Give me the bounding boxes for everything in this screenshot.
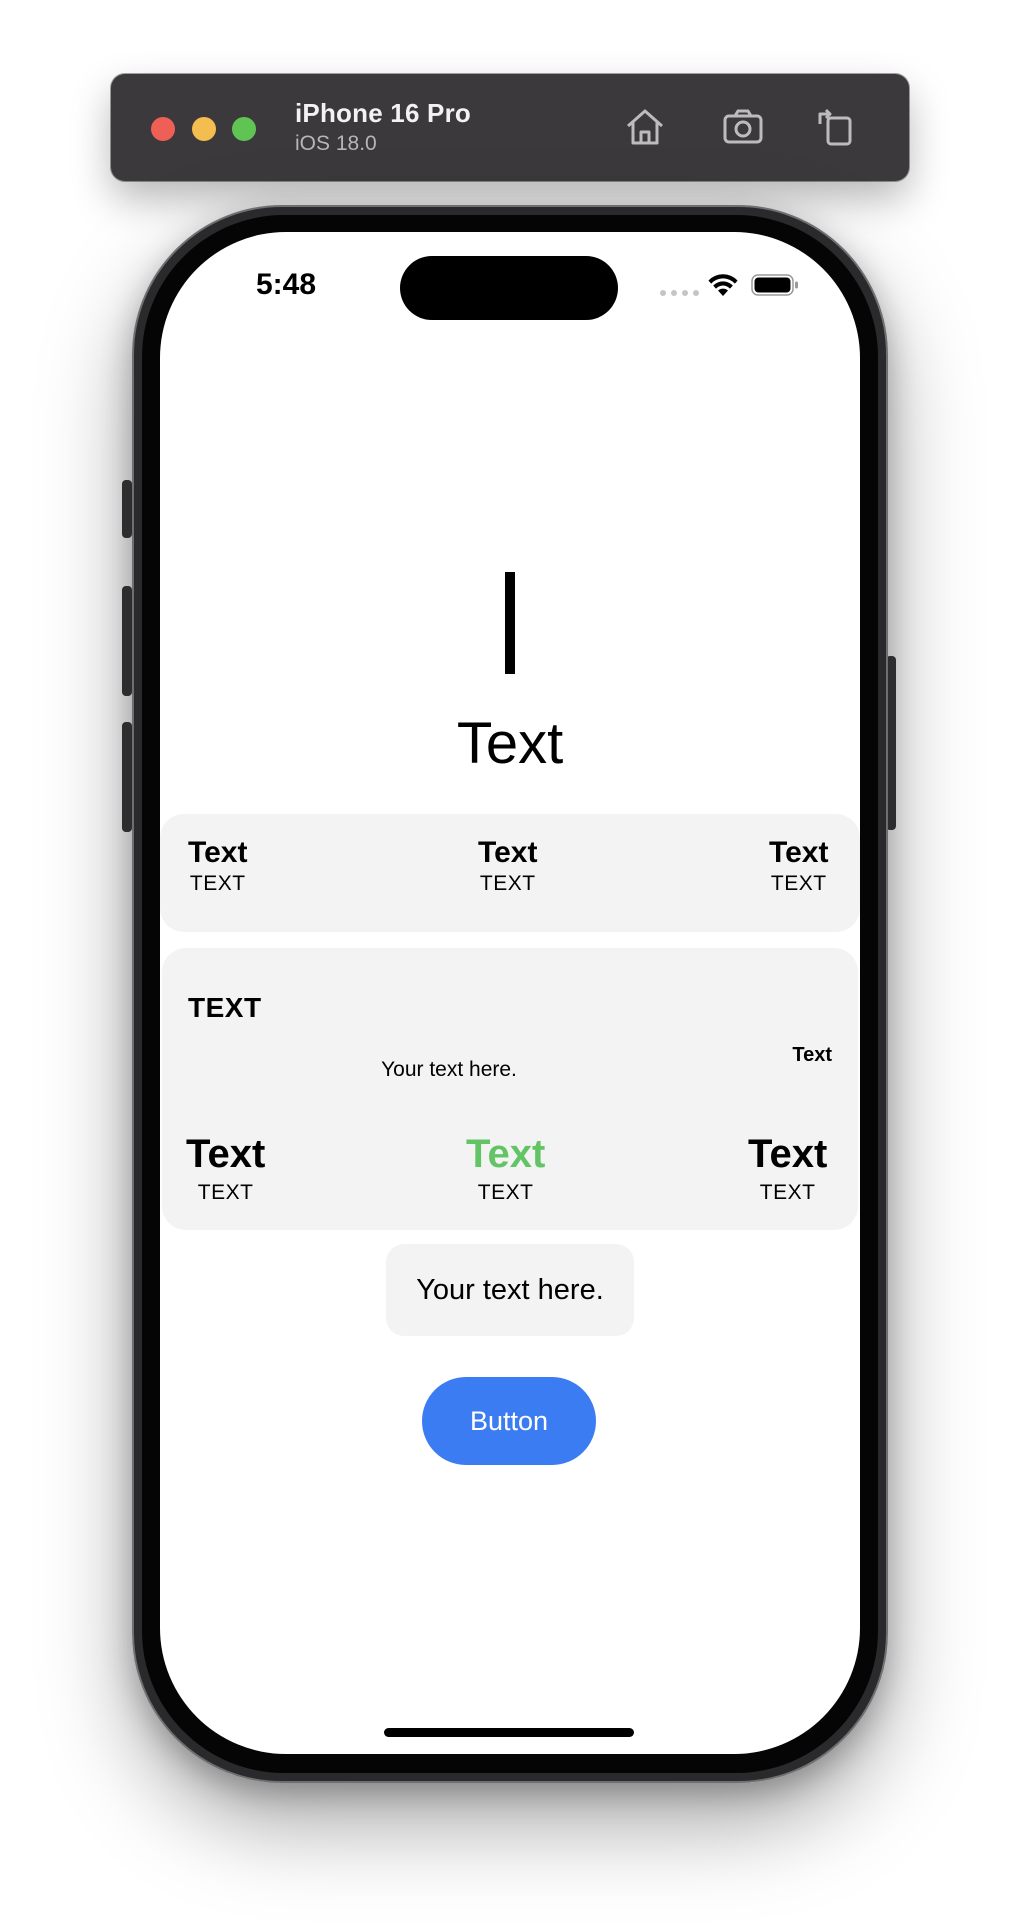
row-item: Text TEXT — [188, 836, 247, 896]
cellular-signal-icon — [660, 290, 699, 296]
row-item-caption: TEXT — [770, 872, 827, 895]
info-item: Text TEXT — [748, 1132, 827, 1205]
info-item-title: Text — [186, 1132, 266, 1176]
screenshot-icon[interactable] — [720, 104, 766, 150]
volume-down-button — [122, 722, 132, 832]
info-item: Text TEXT — [186, 1132, 265, 1205]
phone-screen: 5:48 Text Text TEXT Text TEXT Text TEXT … — [160, 232, 860, 1754]
close-window-button[interactable] — [151, 117, 175, 141]
battery-icon — [751, 274, 798, 296]
row-item: Text TEXT — [769, 836, 828, 896]
row-item-title: Text — [188, 836, 248, 869]
os-version: iOS 18.0 — [295, 132, 377, 155]
row-item-caption: TEXT — [189, 872, 246, 895]
row-item-caption: TEXT — [479, 872, 536, 895]
row-item: Text TEXT — [478, 836, 537, 896]
info-item-highlighted: Text TEXT — [466, 1132, 545, 1205]
primary-button[interactable]: Button — [422, 1377, 596, 1465]
info-item-caption: TEXT — [197, 1181, 254, 1204]
info-panel-heading: TEXT — [188, 992, 262, 1023]
info-item-caption: TEXT — [759, 1181, 816, 1204]
wifi-icon — [708, 274, 738, 296]
row-item-title: Text — [478, 836, 538, 869]
info-item-caption: TEXT — [477, 1181, 534, 1204]
info-item-title: Text — [466, 1132, 546, 1176]
home-indicator[interactable] — [384, 1728, 634, 1737]
info-panel-body: Your text here. — [381, 1058, 517, 1081]
row-item-title: Text — [769, 836, 829, 869]
zoom-window-button[interactable] — [232, 117, 256, 141]
rotate-icon[interactable] — [812, 104, 858, 150]
volume-up-button — [122, 586, 132, 696]
home-icon[interactable] — [622, 104, 668, 150]
action-button — [122, 480, 132, 538]
dynamic-island — [400, 256, 618, 320]
minimize-window-button[interactable] — [192, 117, 216, 141]
info-panel-corner-label: Text — [792, 1044, 832, 1066]
text-cursor — [505, 572, 515, 674]
hero-text: Text — [456, 711, 564, 776]
text-pill: Your text here. — [386, 1244, 634, 1336]
status-time: 5:48 — [256, 268, 317, 301]
device-name: iPhone 16 Pro — [295, 98, 471, 128]
simulator-toolbar — [111, 74, 909, 181]
info-item-title: Text — [748, 1132, 828, 1176]
